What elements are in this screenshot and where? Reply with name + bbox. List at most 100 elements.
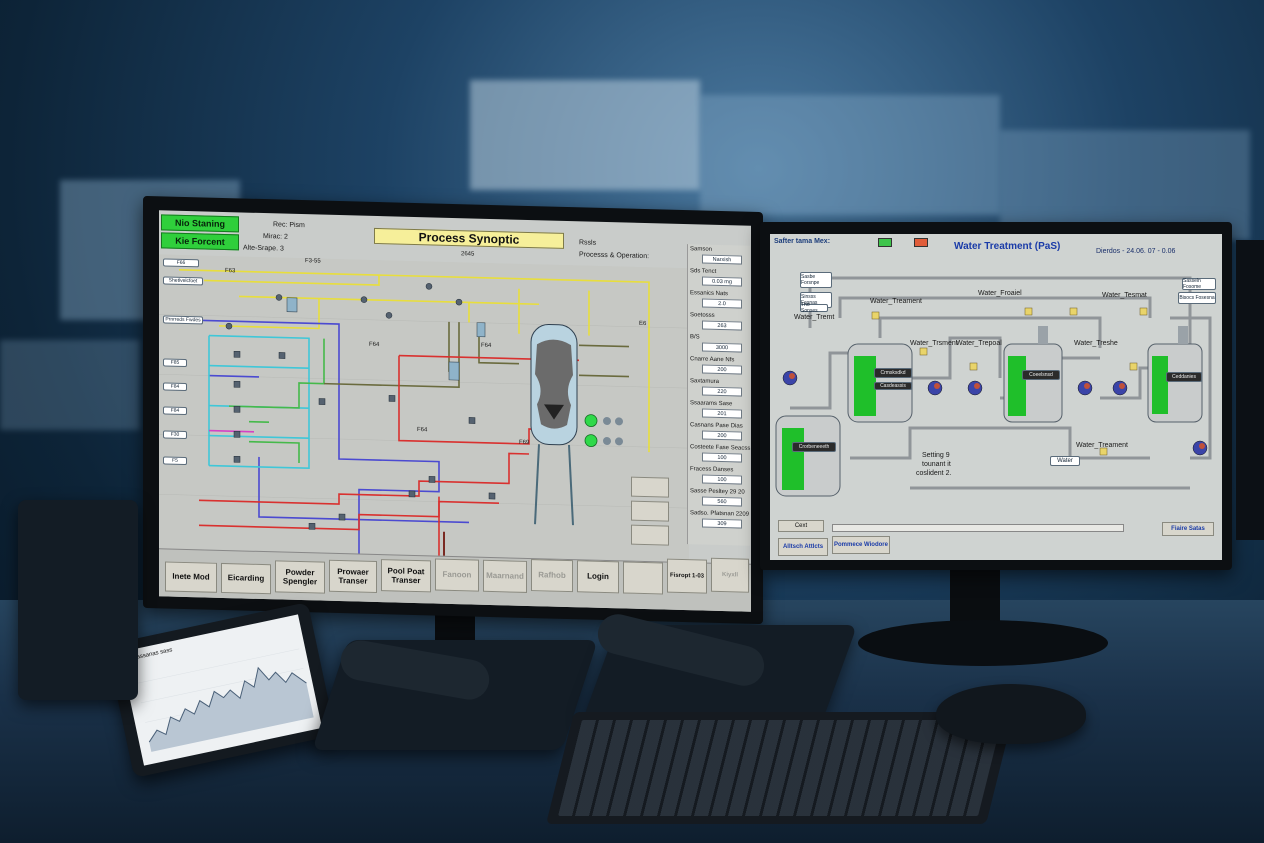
value-field: 2.0	[702, 298, 742, 309]
node-label: Water_Tremt	[794, 314, 835, 321]
valve-label: E6	[639, 320, 647, 328]
aux-button[interactable]	[631, 500, 669, 522]
fiaire-satas-button[interactable]: Fiaire Satas	[1162, 522, 1214, 536]
rafhob-button[interactable]: Rafhob	[531, 559, 573, 593]
pipe-tag: F85	[163, 358, 187, 368]
node-label: Water_Trsment	[910, 340, 958, 347]
value-label: Sadso. Pfatsnan 2209	[690, 510, 750, 518]
setting-text: Setting 9	[922, 452, 950, 459]
setting-text: coslident 2.	[916, 470, 952, 477]
value-label: Soetosss	[690, 312, 715, 319]
value-field: 560	[702, 496, 742, 507]
node-label: Water_Treament	[1076, 442, 1128, 449]
subtitle-number: 2645	[461, 251, 475, 258]
prowaer-transer-button[interactable]: Prowaer Transer	[329, 559, 377, 594]
wall-phone[interactable]	[18, 500, 138, 700]
cext-button[interactable]: Cext	[778, 520, 824, 532]
inete-mod-button[interactable]: Inete Mod	[165, 561, 217, 593]
pipe-tag: F30	[163, 430, 187, 440]
value-label: Essanics Nats	[690, 290, 729, 298]
side-tag: Sasseln Fosome	[1182, 278, 1216, 290]
tablet-screen: Pnassanas sass	[119, 614, 323, 766]
status-indicator: Kie Forcent	[161, 232, 239, 251]
page-title: Process Synoptic	[374, 227, 564, 249]
valve-label: F64	[417, 427, 428, 434]
alte-label: Alte-Srape. 3	[243, 244, 284, 253]
left-screen: Nio Staning Kie Forcent Rec: Pism Mirac:…	[159, 210, 751, 612]
pipe-tag: F5	[163, 456, 187, 466]
water-tag: Water	[1050, 456, 1080, 466]
side-tag: Tho Sonses	[800, 302, 828, 314]
node-label: Water_Treament	[870, 298, 922, 305]
keyboard-keys[interactable]	[558, 720, 1002, 816]
pipe-tag: Shetlvelcfoet	[163, 276, 203, 286]
background-display	[470, 80, 700, 190]
background-display	[0, 340, 140, 430]
mouse[interactable]	[936, 684, 1086, 744]
page-title: Water Treatment (PaS)	[954, 241, 1061, 252]
value-label: B/S	[690, 334, 700, 341]
pipe-tag: F84	[163, 382, 187, 392]
header-label: Rssls	[579, 239, 597, 247]
scrollbar[interactable]	[832, 524, 1124, 532]
maarnand-button[interactable]: Maarnand	[483, 559, 527, 593]
value-field: 200	[702, 364, 742, 375]
pipe-tag: F66	[163, 258, 199, 268]
value-field: 100	[702, 452, 742, 463]
aux-button[interactable]	[631, 524, 669, 546]
valve-label: F3-55	[305, 258, 321, 265]
node-label: Water_Treshe	[1074, 340, 1118, 347]
side-tag: Bisocs Fosesna	[1178, 292, 1216, 304]
value-field: 263	[702, 320, 742, 331]
tablet-line-chart	[136, 648, 314, 752]
value-field: 200	[702, 430, 742, 441]
value-label: Samson	[690, 246, 713, 253]
pipe-tag: F84	[163, 406, 187, 416]
alltsch-attlcts-button[interactable]: Alltsch Attlcts	[778, 538, 828, 556]
fisropt-button[interactable]: Fisropt 1-03	[667, 558, 707, 594]
right-monitor-base	[858, 620, 1108, 666]
indicator-green	[878, 238, 892, 247]
powder-spengler-button[interactable]: Powder Spengler	[275, 560, 325, 594]
login-button[interactable]: Login	[577, 560, 619, 594]
mirac-label: Mirac: 2	[263, 233, 288, 241]
node-label: Water_Trepoal	[956, 340, 1002, 347]
value-field: 309	[702, 518, 742, 529]
value-label: Fracess Danses	[690, 466, 734, 474]
blank-button[interactable]	[623, 561, 663, 595]
value-label: Costeete Fase Seacss	[690, 444, 751, 452]
value-field: Narxish	[702, 254, 742, 265]
value-label: Ssaarams Sase	[690, 400, 733, 408]
valve-label: F69	[519, 439, 530, 446]
valve-label: F64	[481, 342, 492, 350]
value-field: 201	[702, 408, 742, 419]
eicarding-button[interactable]: Eicarding	[221, 562, 271, 595]
tank-label: Coeelsnsd	[1022, 370, 1060, 380]
value-field: 220	[702, 386, 742, 397]
aux-button[interactable]	[631, 476, 669, 498]
value-label: Sds Tenct	[690, 268, 717, 275]
setting-text: tounant it	[922, 461, 951, 468]
pool-poat-transer-button[interactable]: Pool Poat Transer	[381, 559, 431, 593]
value-label: Saxtamura	[690, 378, 720, 385]
valve-label: F64	[369, 341, 380, 349]
control-room-scene: Nio Staning Kie Forcent Rec: Pism Mirac:…	[0, 0, 1264, 843]
value-label: Sasse Pesltey 29 20	[690, 488, 745, 496]
fanoon-button[interactable]: Fanoon	[435, 558, 479, 592]
value-field: 0.03 mg	[702, 276, 742, 287]
pommece-wiodore-button[interactable]: Pommece Wiodore	[832, 536, 890, 554]
kiyxll-button[interactable]: Kiyxll	[711, 557, 749, 593]
pipe-tag: Prnrreds Fwdes	[163, 315, 203, 325]
status-indicator: Nio Staning	[161, 214, 239, 233]
tank-label: Crorbeneeeth	[792, 442, 836, 452]
value-field: 100	[702, 474, 742, 485]
indicator-red	[914, 238, 928, 247]
header-label: Safter tama Mex:	[774, 238, 831, 245]
tank-label: Casdeassis	[874, 382, 912, 390]
node-label: Water_Froaiel	[978, 290, 1022, 297]
value-panel: Samson Narxish Sds Tenct 0.03 mg Essanic…	[687, 244, 750, 546]
tank-label: Ceddanies	[1166, 372, 1202, 382]
valve-label: F63	[225, 268, 236, 275]
value-field: 3000	[702, 342, 742, 353]
partial-monitor	[1236, 240, 1264, 540]
